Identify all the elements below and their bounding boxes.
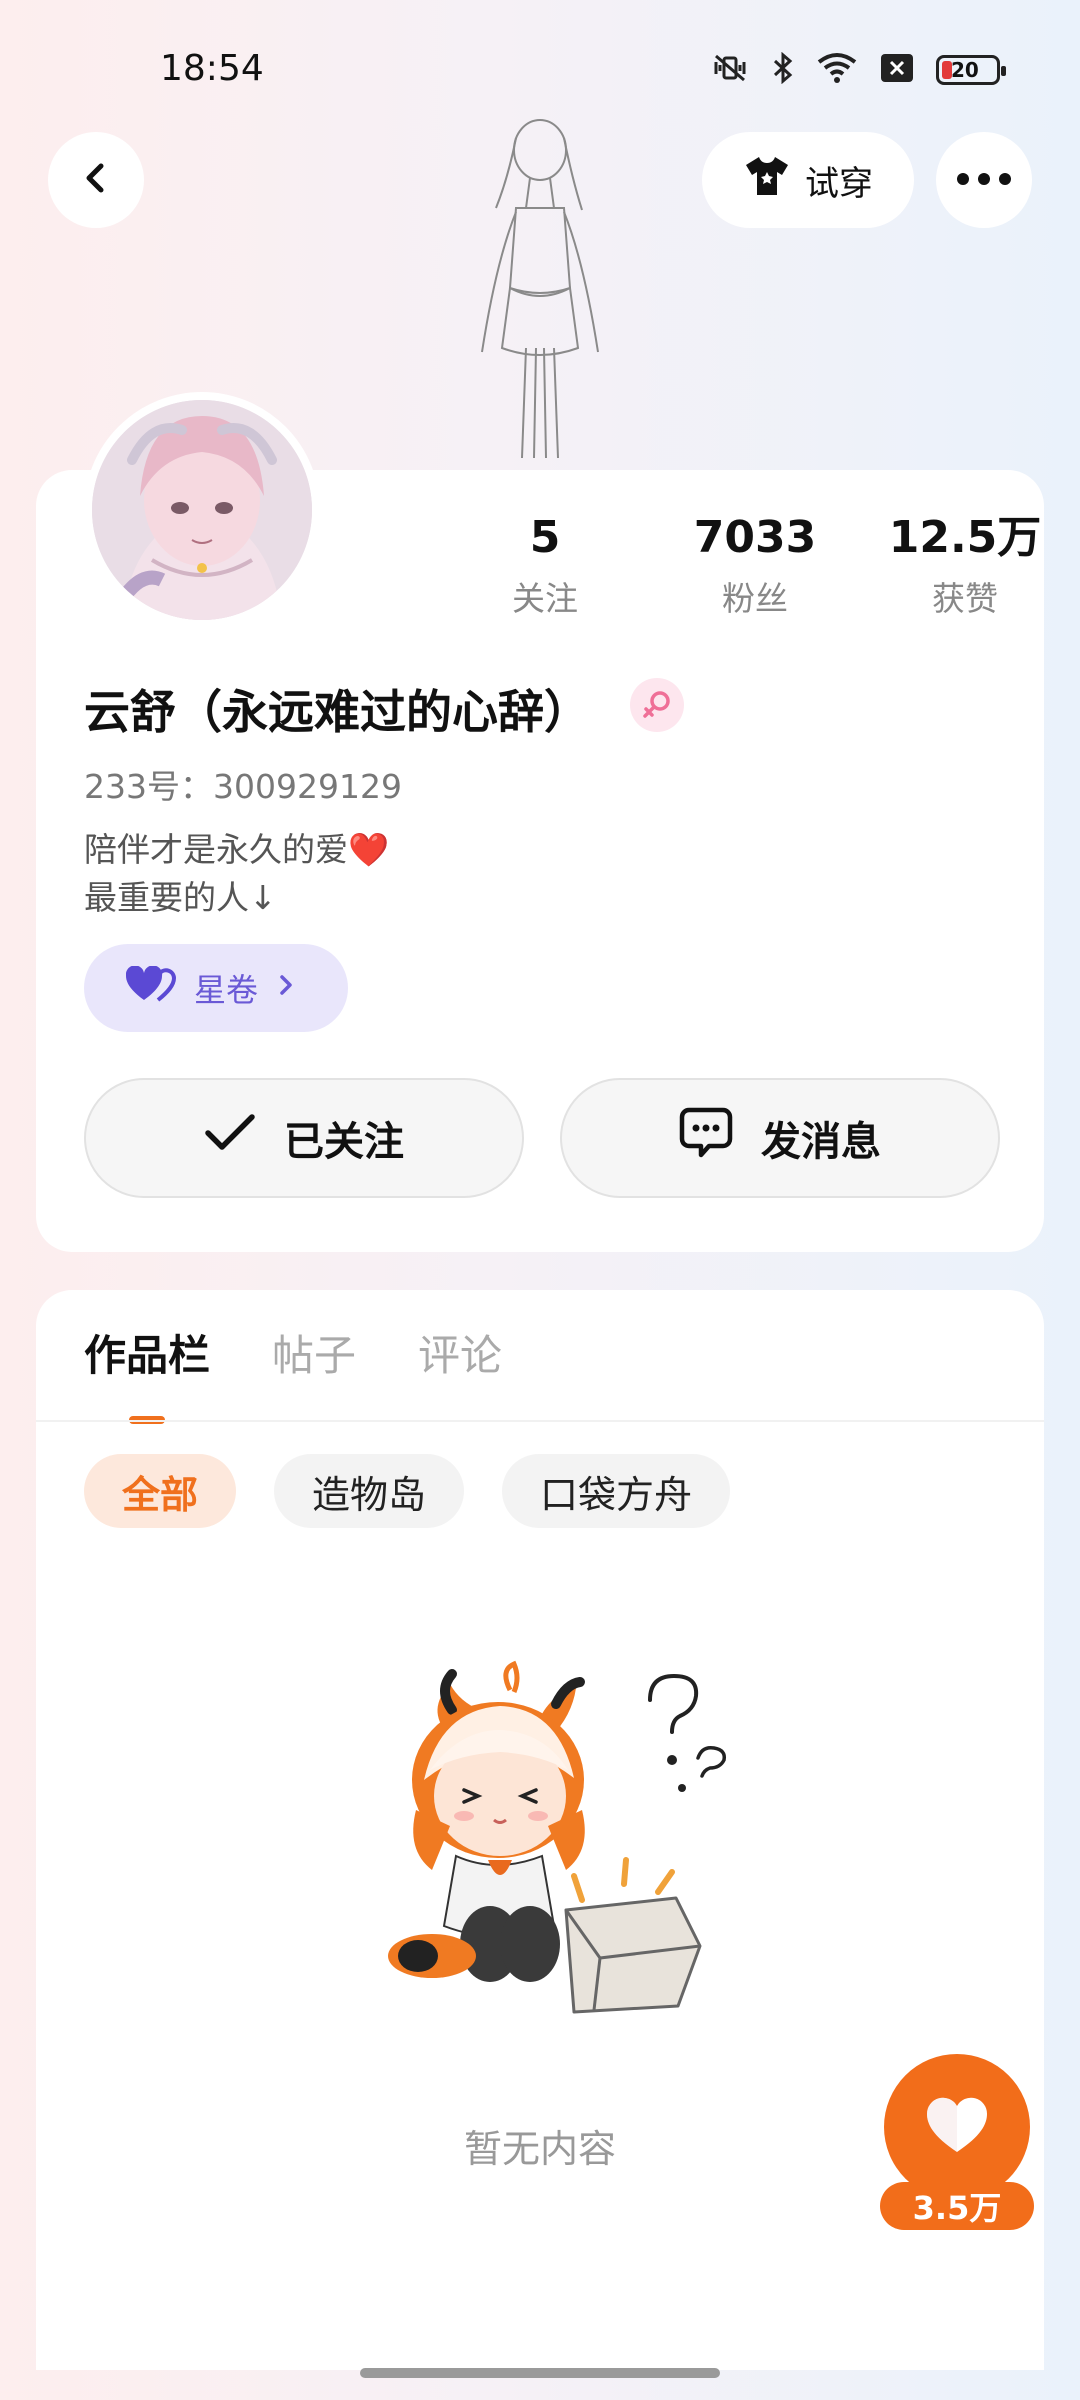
avatar[interactable] bbox=[84, 392, 320, 628]
like-count: 3.5万 bbox=[880, 2182, 1034, 2230]
stat-label: 获赞 bbox=[932, 579, 998, 618]
tab-posts[interactable]: 帖子 bbox=[272, 1322, 356, 1392]
chat-bubble-icon bbox=[679, 1107, 733, 1169]
user-id: 233号：300929129 bbox=[84, 767, 402, 806]
tab-comments[interactable]: 评论 bbox=[418, 1322, 502, 1392]
like-button[interactable] bbox=[884, 2054, 1030, 2200]
empty-state-illustration bbox=[360, 1660, 760, 2060]
works-filters: 全部 造物岛 口袋方舟 bbox=[84, 1454, 731, 1528]
tab-divider bbox=[36, 1420, 1044, 1422]
battery-level: 20 bbox=[951, 58, 979, 82]
sim-off-icon bbox=[880, 53, 914, 87]
more-dots-icon bbox=[956, 171, 1012, 190]
tshirt-icon bbox=[743, 154, 791, 207]
chevron-left-icon bbox=[76, 158, 116, 202]
filter-creation-island[interactable]: 造物岛 bbox=[274, 1454, 465, 1528]
chevron-right-icon bbox=[276, 969, 296, 1007]
followed-button[interactable]: 已关注 bbox=[84, 1078, 524, 1198]
profile-stats: 5 关注 7033 粉丝 12.5万 获赞 bbox=[440, 510, 1070, 620]
stat-followers[interactable]: 7033 粉丝 bbox=[650, 510, 860, 620]
status-time: 18:54 bbox=[160, 48, 264, 89]
heart-emoji: ❤️ bbox=[348, 830, 390, 869]
avatar-figure-sketch bbox=[420, 108, 660, 468]
bluetooth-icon bbox=[772, 51, 794, 88]
tab-works[interactable]: 作品栏 bbox=[84, 1322, 210, 1392]
heart-icon bbox=[925, 2096, 989, 2158]
profile-actions: 已关注 发消息 bbox=[84, 1078, 1000, 1198]
stat-label: 关注 bbox=[512, 579, 578, 618]
stat-likes[interactable]: 12.5万 获赞 bbox=[860, 510, 1070, 620]
followed-label: 已关注 bbox=[284, 1119, 404, 1165]
xingjuan-label: 星卷 bbox=[194, 971, 259, 1009]
stat-value: 5 bbox=[529, 512, 561, 563]
bio-line-1: 陪伴才是永久的爱 bbox=[84, 830, 348, 869]
gender-female-icon bbox=[630, 678, 684, 732]
wifi-icon bbox=[816, 52, 858, 88]
mute-vibrate-icon bbox=[710, 52, 750, 88]
status-icons: 20 bbox=[710, 51, 1006, 88]
try-on-label: 试穿 bbox=[805, 163, 873, 204]
more-button[interactable] bbox=[936, 132, 1032, 228]
stat-following[interactable]: 5 关注 bbox=[440, 510, 650, 620]
bio: 陪伴才是永久的爱❤️ 最重要的人↓ bbox=[84, 826, 389, 922]
double-heart-icon bbox=[125, 965, 177, 1010]
check-icon bbox=[204, 1113, 256, 1163]
home-indicator[interactable] bbox=[360, 2368, 720, 2378]
works-tabs: 作品栏 帖子 评论 bbox=[84, 1322, 502, 1392]
stat-label: 粉丝 bbox=[722, 579, 788, 618]
try-on-button[interactable]: 试穿 bbox=[702, 132, 914, 228]
filter-all[interactable]: 全部 bbox=[84, 1454, 237, 1528]
back-button[interactable] bbox=[48, 132, 144, 228]
send-message-label: 发消息 bbox=[761, 1119, 881, 1165]
xingjuan-button[interactable]: 星卷 bbox=[84, 944, 348, 1032]
username: 云舒（永远难过的心辞） bbox=[84, 685, 590, 739]
filter-pocket-ark[interactable]: 口袋方舟 bbox=[502, 1454, 731, 1528]
stat-value: 7033 bbox=[693, 512, 817, 563]
stat-value: 12.5万 bbox=[888, 512, 1042, 563]
battery-icon: 20 bbox=[936, 55, 1006, 85]
send-message-button[interactable]: 发消息 bbox=[560, 1078, 1000, 1198]
bio-line-2: 最重要的人↓ bbox=[84, 878, 277, 917]
